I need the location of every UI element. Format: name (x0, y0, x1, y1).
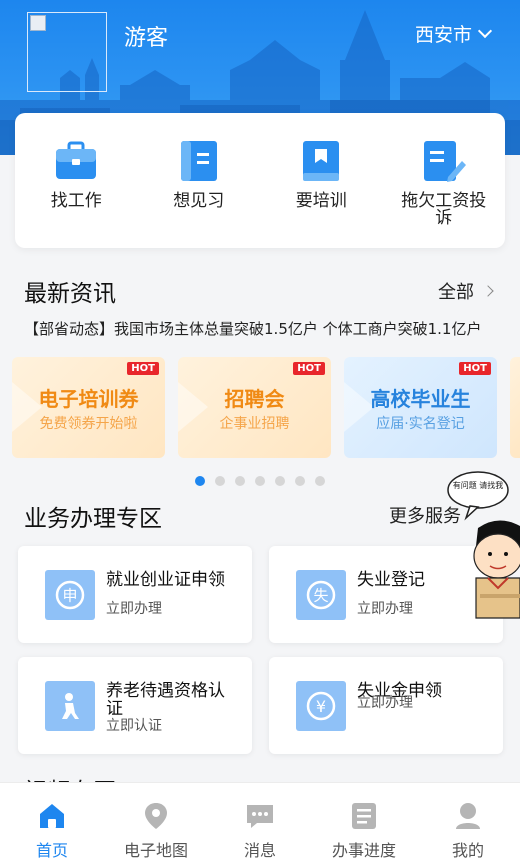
quick-entry-training[interactable]: 要培训 (260, 113, 383, 248)
shen-icon: 申 (45, 570, 95, 620)
carousel-dot[interactable] (195, 476, 205, 486)
news-section-title: 最新资讯 (24, 281, 116, 307)
news-more-label: 全部 (438, 282, 474, 303)
city-selector[interactable]: 西安市 (414, 20, 493, 47)
quick-entry-wage-complaint[interactable]: 拖欠工资投诉 (383, 113, 506, 248)
helper-mascot[interactable]: 有问题 请找我 (440, 468, 520, 623)
service-card-unemployment-benefit[interactable]: ¥ 失业金申领 立即办理 (269, 657, 503, 754)
service-title: 就业创业证申领 (106, 570, 225, 590)
city-label: 西安市 (414, 24, 472, 46)
banner-graduates[interactable]: HOT 高校毕业生 应届·实名登记 (344, 357, 497, 458)
tab-mine[interactable]: 我的 (416, 783, 520, 865)
user-icon (456, 803, 480, 829)
carousel-dot[interactable] (315, 476, 325, 486)
helper-speech: 有问题 请找我 (453, 480, 504, 490)
service-title: 养老待遇资格认证 (106, 681, 225, 719)
book-icon (180, 141, 217, 181)
banner-training-voucher[interactable]: HOT 电子培训券 免费领券开始啦 (12, 357, 165, 458)
news-headline[interactable]: 【部省动态】我国市场主体总量突破1.5亿户 个体工商户突破1.1亿户 (24, 318, 494, 339)
banner-title: 电子培训券 (38, 387, 139, 411)
tab-label: 我的 (451, 841, 484, 860)
banner-job-fair[interactable]: HOT 招聘会 企事业招聘 (178, 357, 331, 458)
banner-title: 招聘会 (224, 387, 285, 411)
edit-document-icon (423, 141, 466, 182)
banner-title: 高校毕业生 (370, 387, 471, 411)
quick-entry-card: 找工作 想见习 要培训 拖欠工资投诉 (15, 113, 505, 248)
briefcase-icon (56, 141, 97, 179)
tab-progress[interactable]: 办事进度 (312, 783, 416, 865)
banner-subtitle: 企事业招聘 (219, 416, 290, 432)
banner-subtitle: 免费领券开始啦 (39, 416, 138, 432)
svg-text:申: 申 (62, 587, 77, 605)
quick-entry-label: 找工作 (50, 191, 102, 211)
carousel-dot[interactable] (255, 476, 265, 486)
tab-home[interactable]: 首页 (0, 783, 104, 865)
bottom-tab-bar: 首页 电子地图 消息 办事进度 我的 (0, 782, 520, 865)
tab-label: 首页 (35, 841, 68, 860)
service-action: 立即认证 (106, 718, 162, 734)
banner-next-partial[interactable] (510, 357, 520, 458)
broken-image-icon (30, 15, 46, 31)
chevron-right-icon (482, 285, 494, 297)
yen-icon: ¥ (296, 681, 346, 731)
banner-subtitle: 应届·实名登记 (376, 416, 465, 432)
quick-entry-find-job[interactable]: 找工作 (15, 113, 138, 248)
tab-label: 电子地图 (123, 841, 188, 860)
home-icon (40, 804, 64, 828)
carousel-dot[interactable] (215, 476, 225, 486)
message-icon (247, 805, 273, 828)
quick-entry-label: 想见习 (173, 191, 225, 211)
hot-badge: HOT (293, 362, 325, 375)
map-pin-icon (145, 803, 167, 829)
quick-entry-label: 拖欠工资投诉 (401, 191, 487, 228)
carousel-dot[interactable] (295, 476, 305, 486)
progress-list-icon (352, 803, 376, 829)
hot-badge: HOT (459, 362, 491, 375)
avatar[interactable] (27, 12, 107, 92)
tab-label: 办事进度 (331, 841, 396, 860)
tab-label: 消息 (243, 841, 276, 860)
shi-icon: 失 (296, 570, 346, 620)
tab-map[interactable]: 电子地图 (104, 783, 208, 865)
svg-text:¥: ¥ (316, 697, 326, 716)
news-more-link[interactable]: 全部 (438, 278, 494, 304)
tab-messages[interactable]: 消息 (208, 783, 312, 865)
services-section-title: 业务办理专区 (24, 506, 162, 532)
hot-badge: HOT (127, 362, 159, 375)
carousel-dot[interactable] (235, 476, 245, 486)
carousel-dot[interactable] (275, 476, 285, 486)
service-action: 立即办理 (106, 601, 162, 617)
chevron-down-icon (477, 23, 493, 38)
user-name[interactable]: 游客 (124, 20, 168, 52)
service-card-employment-cert[interactable]: 申 就业创业证申领 立即办理 (18, 546, 252, 643)
service-card-pension-cert[interactable]: 养老待遇资格认证 立即认证 (18, 657, 252, 754)
svg-text:失: 失 (313, 587, 328, 605)
quick-entry-internship[interactable]: 想见习 (138, 113, 261, 248)
quick-entry-label: 要培训 (295, 191, 347, 211)
elderly-icon (45, 681, 95, 731)
service-action: 立即办理 (357, 695, 413, 711)
service-action: 立即办理 (357, 601, 413, 617)
bookmark-book-icon (303, 141, 340, 181)
carousel-indicator (195, 476, 325, 486)
